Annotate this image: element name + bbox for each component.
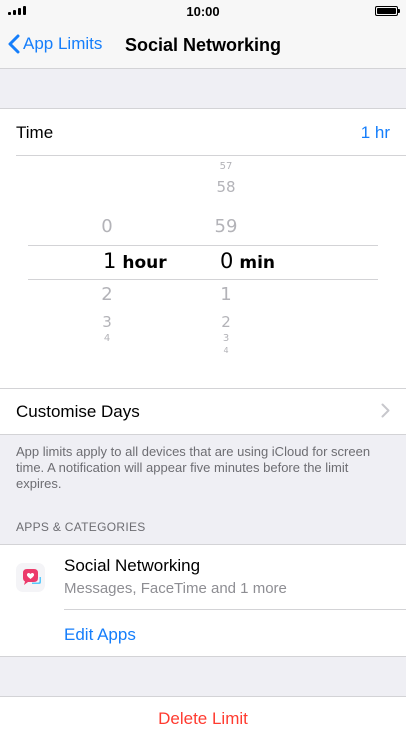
picker-minute-unit: min [239,253,276,273]
app-category-subtitle: Messages, FaceTime and 1 more [64,580,287,597]
apps-group: Social Networking Messages, FaceTime and… [0,544,406,657]
time-label: Time [16,123,54,142]
customise-days-label: Customise Days [16,402,140,421]
picker-minute-option[interactable]: 2 [221,313,231,331]
picker-hour-option[interactable]: 4 [104,333,110,344]
battery-icon [375,6,400,16]
social-networking-icon [16,563,45,592]
divider [64,609,406,610]
picker-line [28,279,378,280]
status-time: 10:00 [186,4,220,19]
edit-apps-button[interactable]: Edit Apps [64,625,136,645]
delete-limit-button[interactable]: Delete Limit [0,709,406,729]
picker-minute-option[interactable]: 59 [215,216,238,237]
picker-line [28,245,378,246]
picker-minute-option[interactable]: 1 [220,284,231,305]
picker-minute-option[interactable]: 4 [223,346,228,355]
customise-days-row[interactable]: Customise Days [0,389,406,435]
picker-hour-unit: hour [122,253,167,273]
back-button-label: App Limits [23,34,103,53]
chevron-left-icon [8,34,20,54]
picker-minute-selected[interactable]: 0 min [220,249,275,273]
duration-picker[interactable]: 0 1 hour 2 3 4 57 58 59 0 min 1 2 3 4 [0,156,406,389]
picker-hour-option[interactable]: 2 [101,284,112,305]
status-bar: 10:00 [0,0,406,22]
picker-hour-option[interactable]: 3 [102,313,112,331]
app-category-title: Social Networking [64,556,201,575]
picker-minute-value: 0 [220,249,234,273]
footnote-text: App limits apply to all devices that are… [16,444,371,491]
time-group: Time 1 hr 0 1 hour 2 3 4 57 58 59 0 min 1 … [0,108,406,389]
picker-hour-option[interactable]: 0 [101,216,112,237]
time-value[interactable]: 1 hr [361,123,390,143]
picker-hour-selected[interactable]: 1 hour [103,249,167,273]
picker-hour-value: 1 [103,249,117,273]
navigation-bar: App Limits Social Networking [0,22,406,69]
back-button[interactable]: App Limits [8,34,102,54]
chevron-right-icon [381,403,390,418]
picker-minute-option[interactable]: 57 [220,161,233,172]
section-header: APPS & CATEGORIES [16,520,146,534]
page-title: Social Networking [125,35,282,55]
picker-minute-option[interactable]: 3 [223,333,229,344]
picker-minute-option[interactable]: 58 [216,178,235,196]
delete-group: Delete Limit [0,696,406,736]
